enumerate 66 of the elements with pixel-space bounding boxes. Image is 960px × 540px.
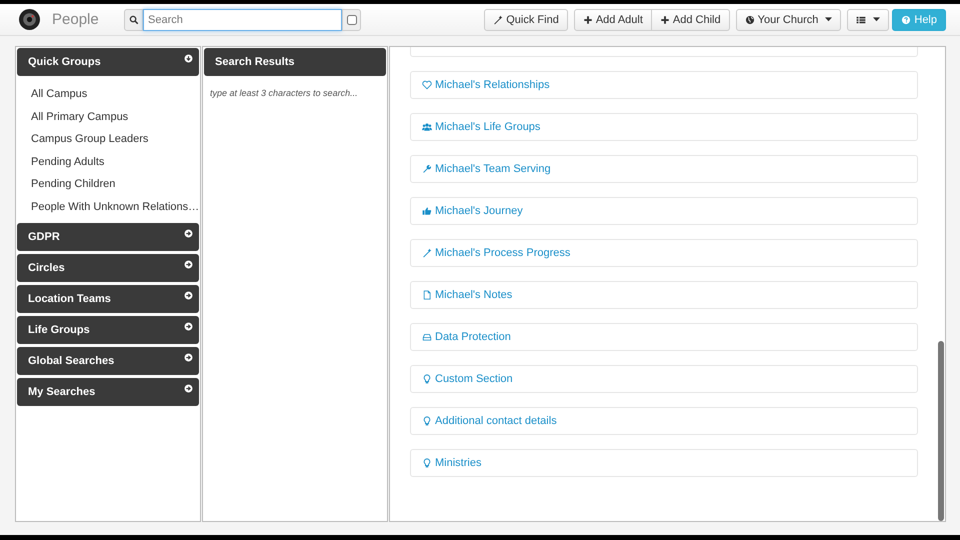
group-item[interactable]: Pending Adults [17, 150, 199, 173]
help-icon [901, 14, 912, 24]
group-header[interactable]: Quick Groups [17, 48, 199, 76]
thumbs-up-icon [422, 206, 432, 216]
section-link[interactable]: Michael's Process Progress [422, 247, 570, 259]
page-title: People [52, 11, 100, 28]
group-title: Quick Groups [28, 56, 101, 68]
circle-arrow-icon [184, 54, 193, 63]
section-link[interactable]: Custom Section [422, 373, 513, 385]
search-field[interactable]: Search [143, 8, 342, 30]
toolbar-button[interactable]: Your Church [736, 8, 842, 30]
group-header[interactable]: Location Teams [17, 285, 199, 313]
group-header[interactable]: Global Searches [17, 347, 199, 375]
heart-icon [422, 80, 432, 90]
section-link[interactable]: Additional contact details [422, 415, 557, 427]
group-title: Circles [28, 262, 65, 274]
group-title: GDPR [28, 231, 60, 243]
lightbulb-icon [422, 458, 432, 468]
group-header[interactable]: GDPR [17, 223, 199, 251]
document-icon [422, 290, 432, 300]
group-header[interactable]: My Searches [17, 378, 199, 406]
group-item[interactable]: All Campus [17, 83, 199, 106]
tray-icon [422, 332, 432, 342]
users-icon [422, 122, 432, 132]
plus-icon [582, 14, 593, 24]
scrollbar-thumb[interactable] [938, 341, 944, 521]
circle-arrow-icon [184, 229, 193, 238]
circle-arrow-icon [184, 322, 193, 331]
toolbar-button[interactable]: Quick Find [484, 8, 568, 30]
group-title: Location Teams [28, 293, 111, 305]
wrench-icon [422, 164, 432, 174]
toolbar-button[interactable]: Add Child [652, 8, 730, 30]
section-link[interactable]: Michael's Relationships [422, 79, 550, 91]
group-item[interactable]: All Primary Campus [17, 106, 199, 128]
lightbulb-icon [422, 374, 432, 384]
circle-arrow-icon [184, 384, 193, 393]
plus-icon [660, 14, 670, 24]
search-hint: type at least 3 characters to search... [209, 87, 359, 100]
globe-icon [744, 14, 755, 24]
circle-arrow-icon [184, 291, 193, 300]
section-link[interactable]: Michael's Notes [422, 289, 512, 301]
list-menu-button[interactable] [847, 8, 890, 30]
wand-icon [422, 248, 432, 258]
lightbulb-icon [422, 416, 432, 426]
group-title: Life Groups [28, 324, 90, 336]
list-icon [856, 14, 866, 24]
circle-arrow-icon [184, 260, 193, 269]
wand-icon [493, 14, 504, 24]
section-link[interactable]: Michael's Life Groups [422, 121, 540, 133]
search-icon [128, 14, 138, 24]
circle-arrow-icon [184, 353, 193, 362]
toolbar-button[interactable]: Add Adult [574, 8, 652, 30]
logo-icon [19, 9, 40, 30]
group-title: Global Searches [28, 355, 114, 367]
group-item[interactable]: People With Unknown Relations… [17, 196, 199, 218]
group-header[interactable]: Life Groups [17, 316, 199, 344]
section-link[interactable]: Michael's Team Serving [422, 163, 551, 175]
group-item[interactable]: Pending Children [17, 173, 199, 196]
section-link[interactable]: Michael's Journey [422, 205, 523, 217]
section-link[interactable]: Data Protection [422, 331, 511, 343]
section-link[interactable]: Ministries [422, 457, 482, 469]
results-title: Search Results [215, 56, 294, 68]
group-item[interactable]: Campus Group Leaders [17, 128, 199, 150]
group-title: My Searches [28, 386, 96, 398]
group-header[interactable]: Circles [17, 254, 199, 282]
search-checkbox[interactable] [346, 14, 356, 24]
